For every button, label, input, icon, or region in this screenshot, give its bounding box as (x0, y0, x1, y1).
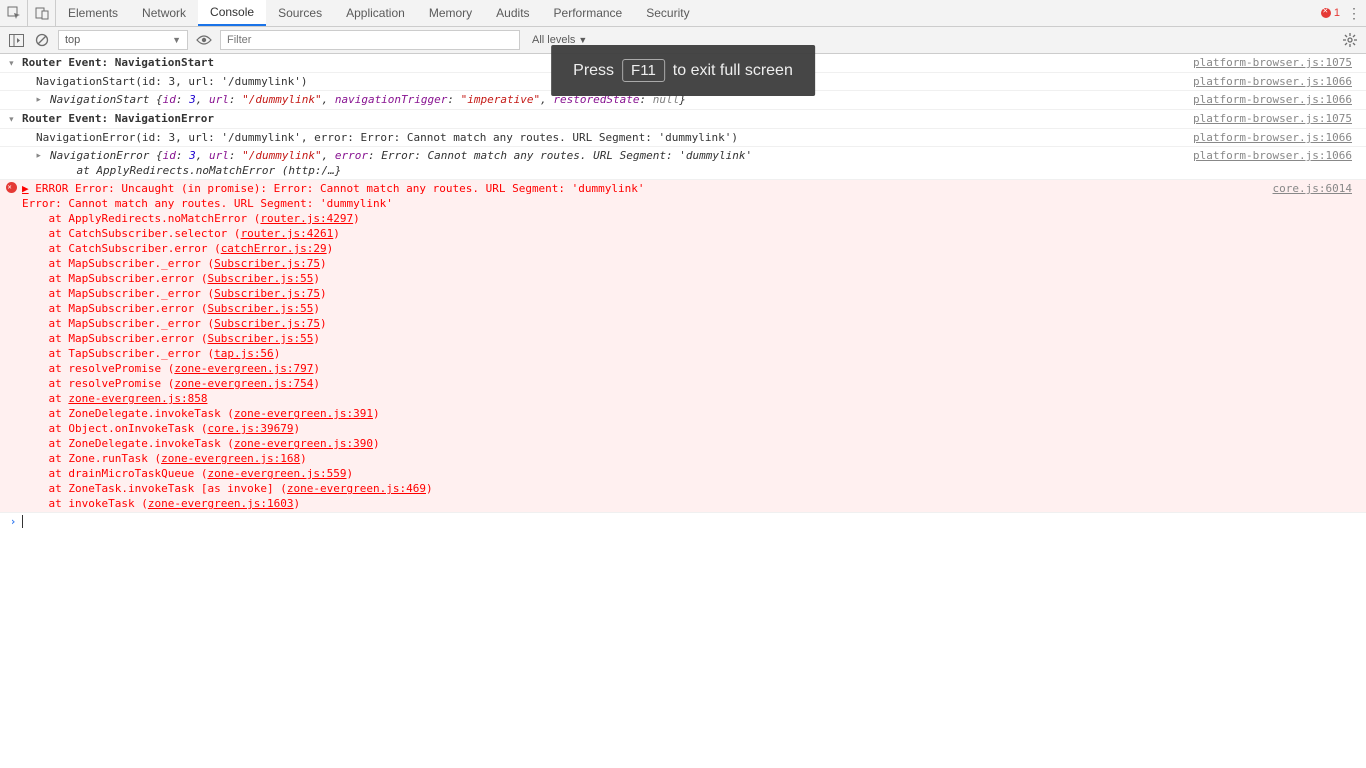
error-count-badge[interactable]: 1 (1321, 7, 1340, 19)
source-link[interactable]: platform-browser.js:1066 (1193, 130, 1362, 145)
console-messages: ▶ Router Event: NavigationStart platform… (0, 54, 1366, 768)
devtools-tabbar: Elements Network Console Sources Applica… (0, 0, 1366, 27)
inspect-icon[interactable] (0, 0, 28, 26)
tab-elements[interactable]: Elements (56, 0, 130, 26)
clear-console-icon[interactable] (32, 30, 52, 50)
prompt-caret-icon: › (4, 515, 22, 528)
console-settings-icon[interactable] (1340, 30, 1360, 50)
tab-sources[interactable]: Sources (266, 0, 334, 26)
toast-text: to exit full screen (673, 62, 793, 80)
log-group[interactable]: ▶ Router Event: NavigationError platform… (0, 110, 1366, 129)
source-link[interactable]: platform-browser.js:1075 (1193, 111, 1362, 126)
tab-memory[interactable]: Memory (417, 0, 484, 26)
log-message: NavigationError {id: 3, url: "/dummylink… (50, 148, 1193, 178)
log-message: Router Event: NavigationError (22, 111, 1193, 126)
chevron-down-icon: ▼ (172, 35, 181, 45)
chevron-down-icon: ▼ (578, 35, 587, 45)
fullscreen-toast: Press F11 to exit full screen (551, 45, 815, 96)
error-count: 1 (1334, 7, 1340, 19)
filter-input[interactable] (220, 30, 520, 50)
source-link[interactable]: platform-browser.js:1066 (1193, 74, 1362, 89)
log-entry: NavigationError(id: 3, url: '/dummylink'… (0, 129, 1366, 147)
device-mode-icon[interactable] (28, 0, 56, 26)
console-prompt[interactable]: › (0, 513, 1366, 530)
tab-application[interactable]: Application (334, 0, 417, 26)
tab-security[interactable]: Security (634, 0, 701, 26)
toast-text: Press (573, 62, 614, 80)
source-link[interactable]: platform-browser.js:1075 (1193, 55, 1362, 70)
tab-audits[interactable]: Audits (484, 0, 541, 26)
tab-network[interactable]: Network (130, 0, 198, 26)
context-label: top (65, 34, 80, 46)
tab-console[interactable]: Console (198, 0, 266, 26)
source-link[interactable]: platform-browser.js:1066 (1193, 148, 1362, 163)
show-sidebar-icon[interactable] (6, 30, 26, 50)
panel-tabs: Elements Network Console Sources Applica… (56, 0, 1321, 26)
live-expression-icon[interactable] (194, 30, 214, 50)
context-selector[interactable]: top ▼ (58, 30, 188, 50)
error-entry[interactable]: ▶ ERROR Error: Uncaught (in promise): Er… (0, 180, 1366, 513)
log-object[interactable]: ▶ NavigationError {id: 3, url: "/dummyli… (0, 147, 1366, 180)
error-message: ▶ ERROR Error: Uncaught (in promise): Er… (22, 181, 1273, 511)
source-link[interactable]: core.js:6014 (1273, 181, 1362, 196)
toast-key: F11 (622, 59, 665, 82)
log-message: NavigationError(id: 3, url: '/dummylink'… (36, 130, 1193, 145)
source-link[interactable]: platform-browser.js:1066 (1193, 92, 1362, 107)
tab-performance[interactable]: Performance (542, 0, 635, 26)
more-menu-icon[interactable]: ⋮ (1346, 5, 1362, 22)
error-icon (6, 182, 17, 193)
